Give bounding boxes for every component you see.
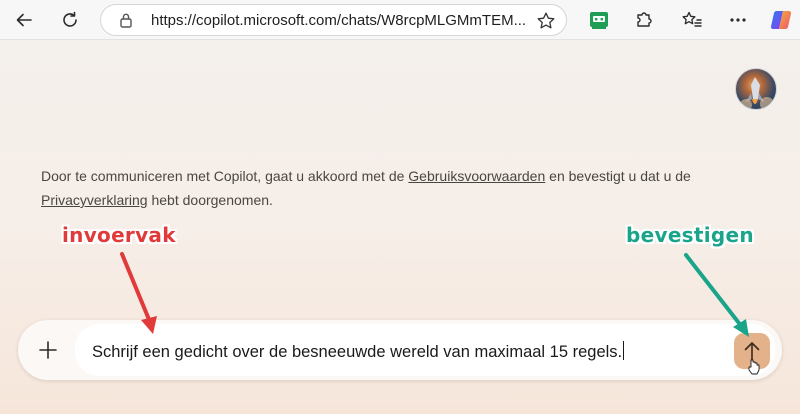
terms-suffix: hebt doorgenomen. (147, 192, 273, 208)
url-text[interactable]: https://copilot.microsoft.com/chats/W8rc… (151, 12, 531, 29)
avatar[interactable] (735, 68, 777, 110)
terms-prefix: Door te communiceren met Copilot, gaat u… (41, 168, 409, 184)
message-input-text[interactable]: Schrijf een gedicht over de besneeuwde w… (92, 343, 622, 361)
terms-notice: Door te communiceren met Copilot, gaat u… (41, 164, 761, 212)
annotation-submit-label: bevestigen (626, 223, 754, 247)
robot-extension-icon[interactable] (583, 4, 615, 36)
puzzle-icon[interactable] (628, 4, 660, 36)
plus-icon[interactable] (28, 330, 68, 370)
back-arrow-icon[interactable] (8, 4, 40, 36)
composer: Schrijf een gedicht over de besneeuwde w… (18, 320, 782, 380)
text-caret (623, 341, 625, 360)
lock-icon[interactable] (119, 12, 133, 33)
terms-middle: en bevestigt u dat u de (545, 168, 691, 184)
refresh-icon[interactable] (54, 4, 86, 36)
send-button[interactable] (734, 333, 770, 369)
send-arrow-icon (744, 342, 760, 361)
favorites-icon[interactable] (676, 4, 708, 36)
star-icon[interactable] (536, 11, 556, 36)
copilot-icon[interactable] (765, 4, 797, 36)
privacy-statement-link[interactable]: Privacyverklaring (41, 192, 148, 208)
address-bar[interactable]: https://copilot.microsoft.com/chats/W8rc… (100, 4, 567, 36)
message-input[interactable]: Schrijf een gedicht over de besneeuwde w… (75, 324, 775, 376)
annotation-input-label: invoervak (62, 223, 176, 247)
terms-of-use-link[interactable]: Gebruiksvoorwaarden (408, 168, 545, 184)
browser-toolbar: https://copilot.microsoft.com/chats/W8rc… (0, 0, 800, 40)
more-icon[interactable] (722, 4, 754, 36)
